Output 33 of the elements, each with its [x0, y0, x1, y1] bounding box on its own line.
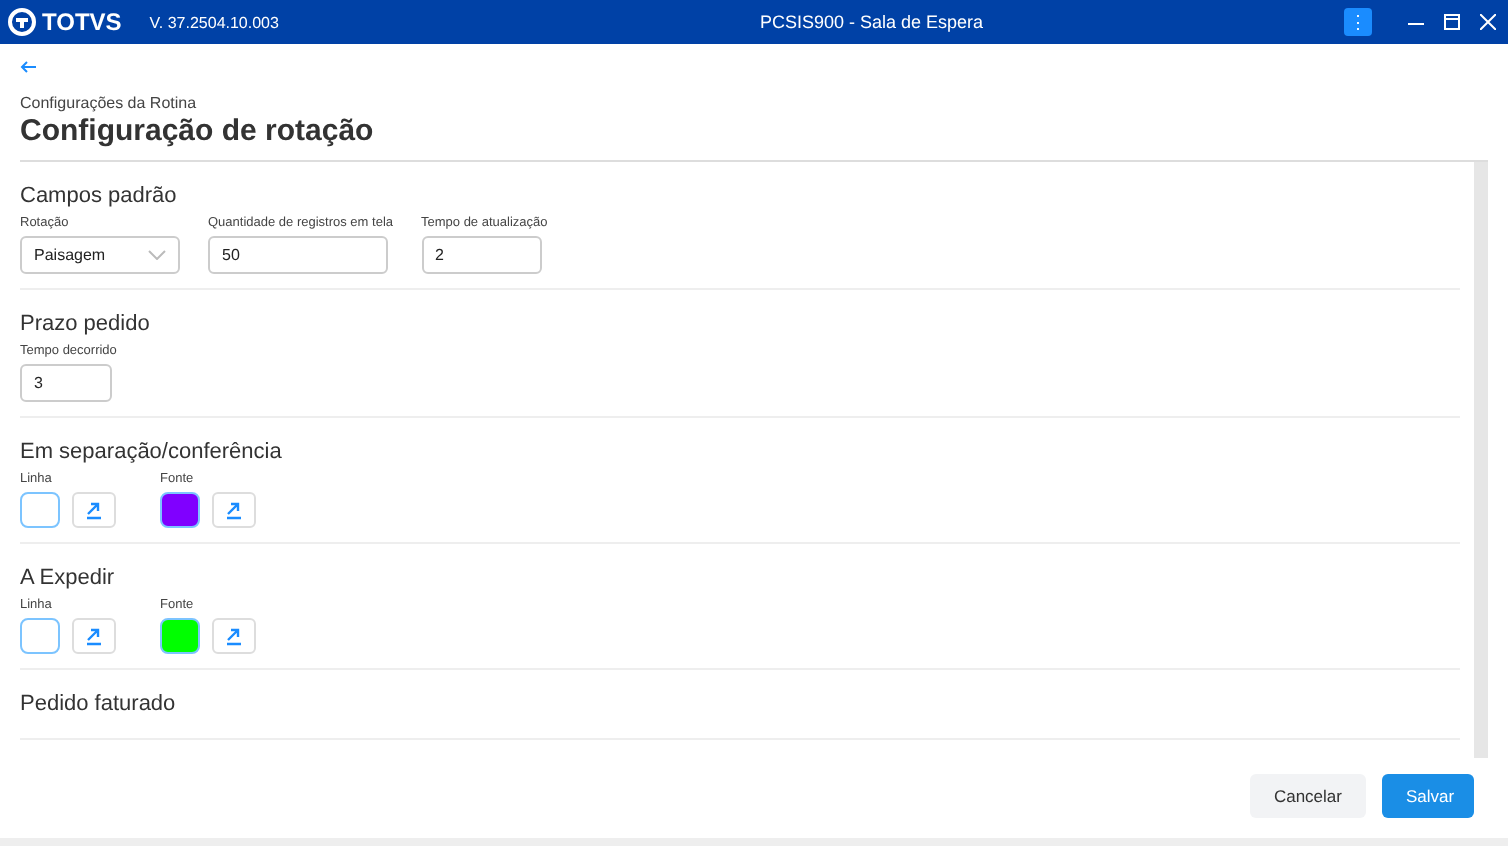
open-picker-button[interactable]: [72, 492, 116, 528]
open-picker-button[interactable]: [72, 618, 116, 654]
scrollbar[interactable]: [1474, 162, 1488, 758]
logo-icon: [8, 8, 36, 36]
section-title: Campos padrão: [20, 184, 179, 208]
open-picker-button[interactable]: [212, 618, 256, 654]
color-swatch[interactable]: [20, 492, 60, 528]
input-field[interactable]: 2: [421, 236, 541, 274]
color-swatch[interactable]: [160, 618, 200, 654]
arrow-up-right-icon: [84, 500, 104, 520]
maximize-icon[interactable]: [1444, 14, 1460, 30]
color-swatch[interactable]: [160, 492, 200, 528]
select-field[interactable]: Paisagem: [20, 236, 180, 274]
section-title: A Expedir: [20, 566, 117, 590]
section-title: Em separação/conferência: [20, 440, 284, 464]
breadcrumb: Configurações da Rotina: [20, 94, 199, 112]
arrow-up-right-icon: [84, 626, 104, 646]
input-field[interactable]: 3: [20, 364, 112, 402]
color-swatch[interactable]: [20, 618, 60, 654]
open-picker-button[interactable]: [212, 492, 256, 528]
arrow-up-right-icon: [224, 500, 244, 520]
close-icon[interactable]: [1480, 14, 1496, 30]
page-title: Configuração de rotação: [20, 114, 376, 148]
input-field[interactable]: 50: [208, 236, 388, 274]
version-text: V. 37.2504.10.003: [149, 13, 279, 31]
section-title: Prazo pedido: [20, 312, 152, 336]
chevron-down-icon: [148, 250, 166, 260]
back-arrow-icon[interactable]: [20, 60, 36, 74]
brand-name: TOTVS: [42, 8, 122, 36]
arrow-up-right-icon: [224, 626, 244, 646]
cancel-button[interactable]: Cancelar: [1249, 774, 1366, 818]
window-title: PCSIS900 - Sala de Espera: [757, 12, 986, 32]
section-title: Pedido faturado: [20, 692, 178, 716]
